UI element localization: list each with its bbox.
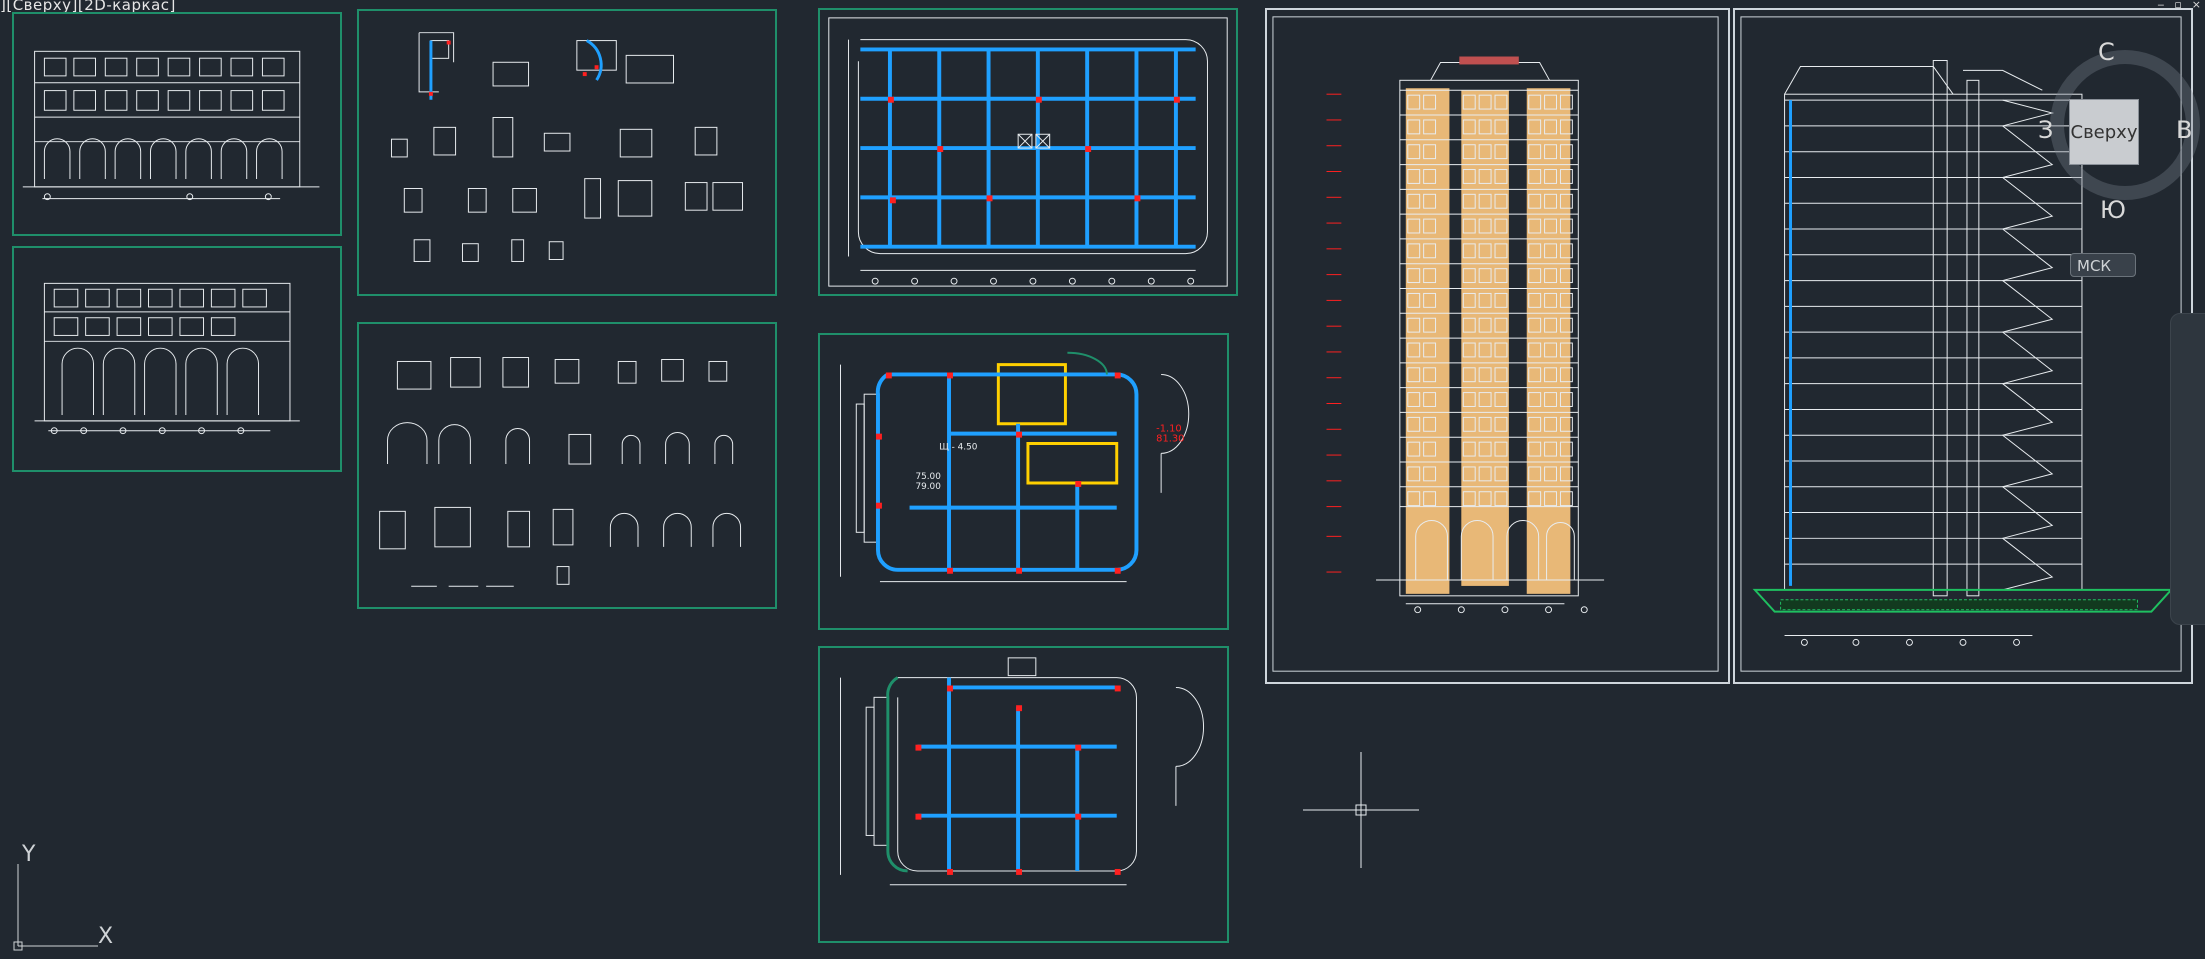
- plan-level-2: 81.30: [1156, 434, 1184, 445]
- close-icon[interactable]: ×: [2192, 0, 2201, 10]
- viewcube[interactable]: Сверху С Ю В З: [2038, 38, 2205, 224]
- details-drawing: [390, 32, 744, 262]
- sheet-details-1[interactable]: [357, 9, 777, 296]
- sheet-tower-elevation[interactable]: [1265, 8, 1730, 684]
- floor-plan-drawing: -1.10 81.30 Щ - 4.50 75.00 79.00: [840, 351, 1190, 583]
- details-drawing: [379, 357, 742, 587]
- ucs-menu-button[interactable]: МСК: [2070, 253, 2136, 277]
- viewcube-top-face[interactable]: Сверху: [2069, 99, 2139, 165]
- facade-drawing: [34, 282, 300, 435]
- sheet-facade-small-1[interactable]: [12, 12, 342, 236]
- plan-mark-3: 79.00: [915, 482, 941, 492]
- ucs-icon: Y X: [10, 842, 125, 954]
- sheet-floor-plan-3[interactable]: [818, 646, 1229, 943]
- sheet-facade-small-2[interactable]: [12, 246, 342, 472]
- compass-south-label[interactable]: Ю: [2100, 196, 2126, 224]
- facade-drawing: [22, 50, 320, 201]
- compass-west-label[interactable]: З: [2038, 116, 2053, 144]
- compass-north-label[interactable]: С: [2098, 38, 2115, 66]
- sheet-floor-plan-2[interactable]: -1.10 81.30 Щ - 4.50 75.00 79.00: [818, 333, 1229, 630]
- tower-elevation-drawing: [1272, 16, 1719, 672]
- crosshair-cursor-icon: [1303, 752, 1419, 868]
- plan-mark-1: Щ - 4.50: [939, 442, 978, 452]
- plan-mark-2: 75.00: [915, 472, 941, 482]
- floor-plan-drawing: [828, 17, 1228, 287]
- sheet-floor-plan-1[interactable]: [818, 8, 1238, 296]
- compass-east-label[interactable]: В: [2176, 116, 2192, 144]
- navigation-bar[interactable]: [2170, 313, 2205, 625]
- floor-plan-drawing: [840, 657, 1205, 886]
- ucs-y-label: Y: [22, 842, 36, 867]
- sheet-details-2[interactable]: [357, 322, 777, 609]
- ucs-x-label: X: [98, 924, 114, 949]
